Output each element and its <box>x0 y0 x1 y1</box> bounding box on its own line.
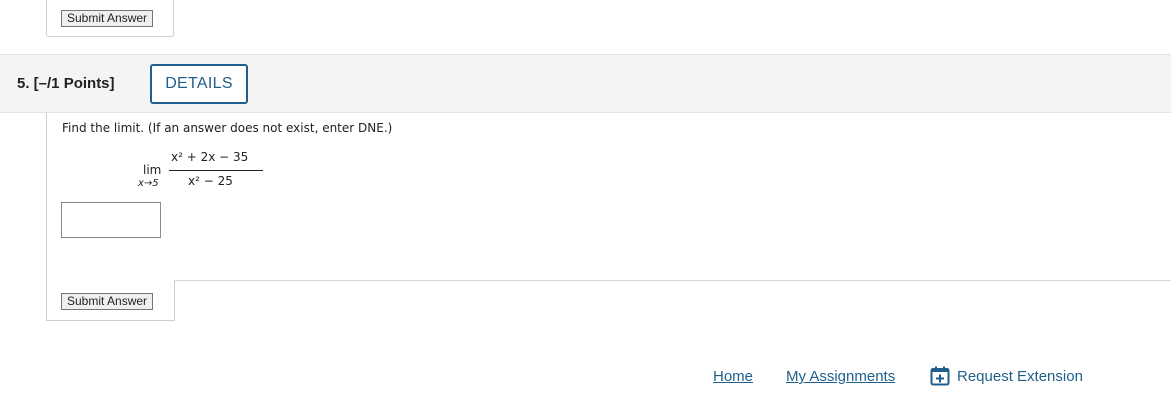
question-body <box>46 113 1171 321</box>
panel-divider <box>174 280 1171 281</box>
submit-answer-button-previous[interactable]: Submit Answer <box>61 10 154 27</box>
panel-border-bottom <box>46 320 175 321</box>
panel-border-left <box>46 113 47 320</box>
answer-input[interactable] <box>61 202 161 238</box>
calendar-plus-icon <box>930 366 950 386</box>
limit-subscript: x→5 <box>138 178 159 189</box>
fraction-denominator: x² − 25 <box>188 174 233 188</box>
request-extension-label: Request Extension <box>957 367 1083 385</box>
limit-expression: lim x→5 x² + 2x − 35 x² − 25 <box>138 150 278 196</box>
request-extension-link[interactable]: Request Extension <box>930 366 1083 386</box>
fraction-bar <box>169 170 263 171</box>
question-header: 5. [–/1 Points] DETAILS <box>0 54 1171 113</box>
question-number-points: 5. [–/1 Points] <box>17 75 115 92</box>
my-assignments-link[interactable]: My Assignments <box>786 368 895 385</box>
details-button[interactable]: DETAILS <box>150 64 248 104</box>
home-link[interactable]: Home <box>713 368 753 385</box>
limit-word: lim <box>143 163 162 177</box>
panel-border-right <box>174 280 175 321</box>
submit-answer-button[interactable]: Submit Answer <box>61 293 154 310</box>
question-prompt: Find the limit. (If an answer does not e… <box>62 121 393 135</box>
fraction-numerator: x² + 2x − 35 <box>171 150 249 164</box>
